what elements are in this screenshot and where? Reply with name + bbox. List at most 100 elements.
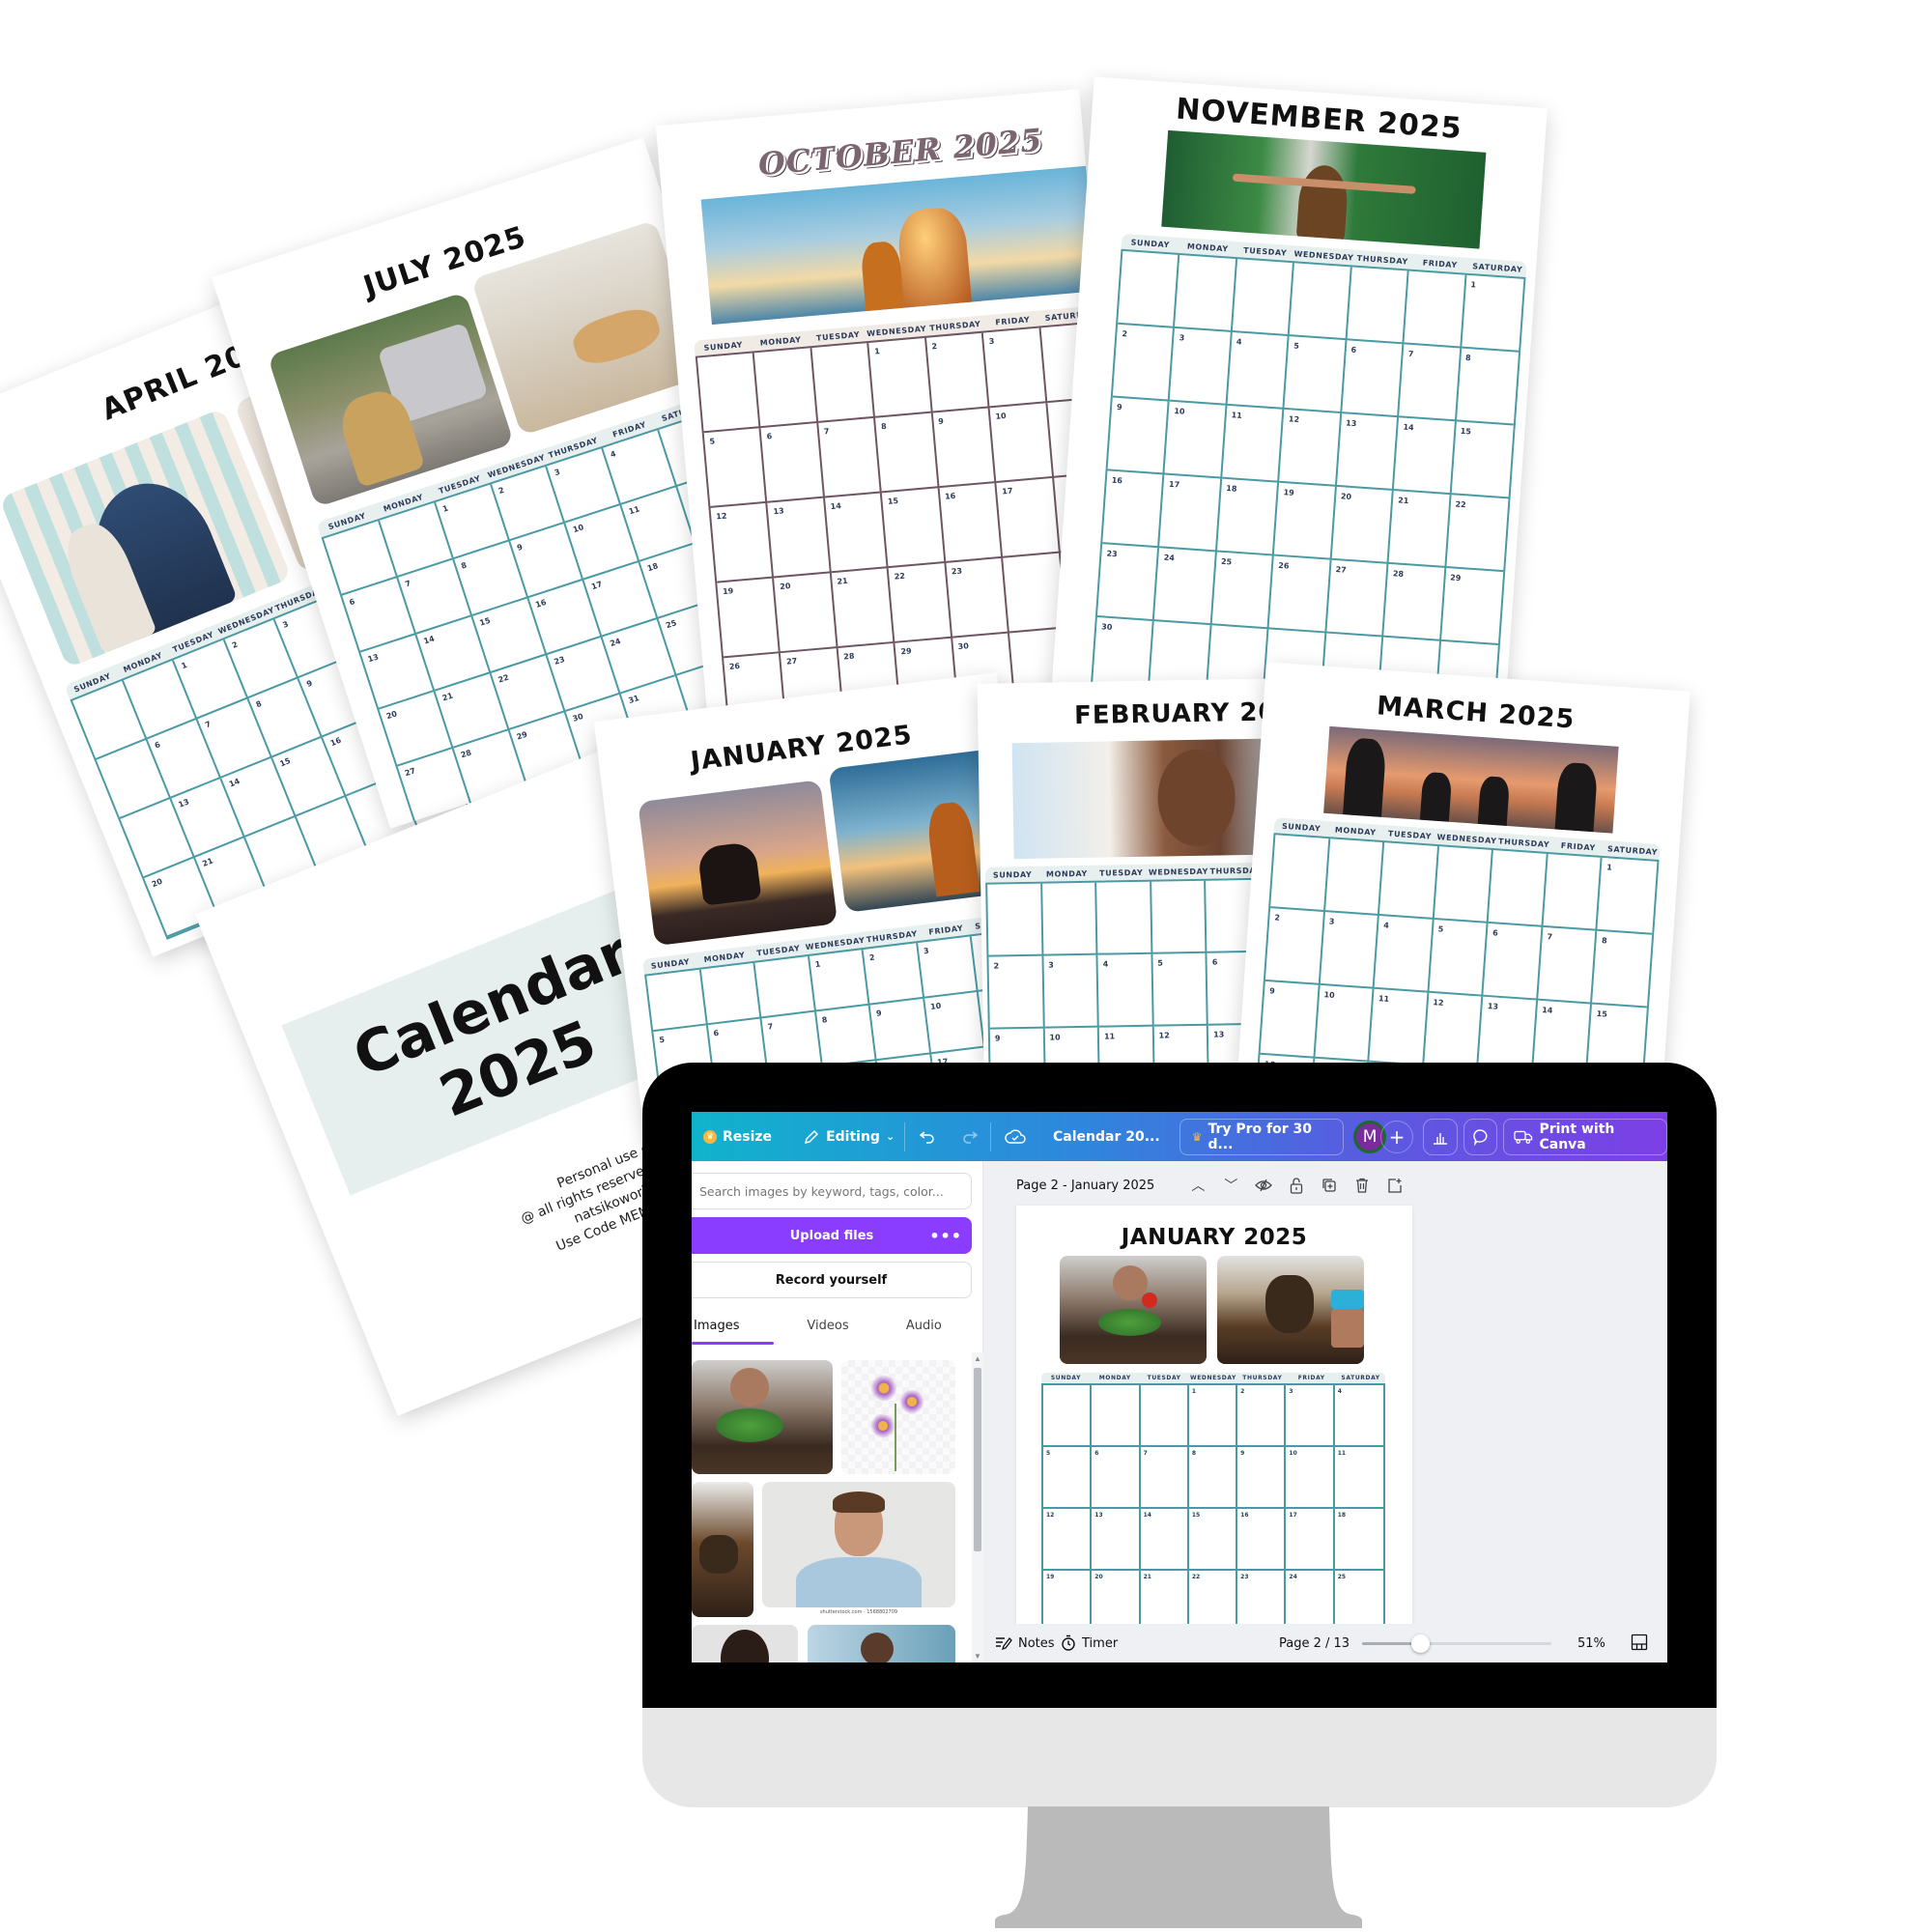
- trash-icon[interactable]: [1353, 1177, 1371, 1194]
- calendar-day-cell[interactable]: 6: [1092, 1447, 1141, 1509]
- calendar-day-cell[interactable]: [1043, 1385, 1093, 1447]
- redo-icon: [963, 1130, 979, 1144]
- calendar-day-cell[interactable]: 24: [1286, 1571, 1335, 1631]
- insights-button[interactable]: [1423, 1118, 1458, 1155]
- calendar-day-cell[interactable]: 2: [1237, 1385, 1287, 1447]
- calendar-day-cell[interactable]: 14: [1140, 1509, 1189, 1571]
- canvas-photo-dog[interactable]: [1217, 1256, 1364, 1364]
- calendar-day-cell[interactable]: 20: [1092, 1571, 1141, 1631]
- cloud-save-status[interactable]: [991, 1112, 1039, 1161]
- calendar-day-cell[interactable]: 3: [1286, 1385, 1335, 1447]
- print-with-canva-button[interactable]: Print with Canva: [1503, 1118, 1667, 1155]
- try-pro-button[interactable]: ♛ Try Pro for 30 d...: [1179, 1118, 1345, 1155]
- grid-view-button[interactable]: [1631, 1634, 1648, 1655]
- tab-videos[interactable]: Videos: [780, 1306, 875, 1345]
- comments-button[interactable]: [1463, 1118, 1498, 1155]
- add-page-icon[interactable]: [1386, 1177, 1404, 1194]
- calendar-day-cell[interactable]: 17: [1286, 1509, 1335, 1571]
- timer-button[interactable]: Timer: [1061, 1634, 1118, 1652]
- more-options-icon[interactable]: •••: [929, 1227, 962, 1245]
- chevron-up-icon[interactable]: ︿: [1189, 1177, 1207, 1194]
- calendar-day-cell[interactable]: 15: [1188, 1509, 1238, 1571]
- try-pro-label: Try Pro for 30 d...: [1208, 1121, 1313, 1152]
- add-collaborator-button[interactable]: +: [1380, 1120, 1414, 1153]
- calendar-day-cell: 3: [1043, 954, 1099, 1029]
- upload-files-button[interactable]: Upload files •••: [692, 1217, 972, 1254]
- zoom-percentage[interactable]: 51%: [1577, 1636, 1605, 1651]
- calendar-day-cell[interactable]: 8: [1188, 1447, 1238, 1509]
- crown-icon: ♛: [703, 1129, 717, 1144]
- scroll-up-icon[interactable]: ▲: [974, 1354, 981, 1363]
- calendar-day-cell: 13: [1336, 413, 1400, 492]
- record-yourself-button[interactable]: Record yourself: [692, 1262, 972, 1298]
- march-calendar-page: MARCH 2025 SUNDAY MONDAY TUESDAY WEDNESDAY T…: [1236, 662, 1690, 1116]
- image-thumbnail-smiling-man[interactable]: [762, 1482, 955, 1607]
- calendar-day-cell: 21: [1388, 491, 1452, 569]
- calendar-day-grid: 1 2 3 4 5 6 7 8 9 10 11 12 13 14 15 16 17 18 19 20 21 22 23 24 2…: [1041, 1383, 1385, 1631]
- scrollbar-thumb[interactable]: [974, 1368, 981, 1551]
- weekday-label: TUESDAY: [1387, 828, 1433, 841]
- calendar-day-cell: 8: [815, 1005, 877, 1068]
- calendar-day-cell[interactable]: 1: [1188, 1385, 1238, 1447]
- zoom-slider[interactable]: [1362, 1634, 1551, 1653]
- calendar-day-cell[interactable]: 25: [1335, 1571, 1383, 1631]
- calendar-day-cell: 17: [996, 477, 1061, 558]
- weekday-header: SUNDAY MONDAY TUESDAY WEDNESDAY THURSDAY FRID…: [1041, 1373, 1385, 1383]
- timer-label: Timer: [1082, 1635, 1119, 1651]
- image-thumbnail-dog[interactable]: [692, 1482, 753, 1617]
- calendar-day-cell[interactable]: 12: [1043, 1509, 1093, 1571]
- calendar-day-cell[interactable]: [1140, 1385, 1189, 1447]
- calendar-day-cell[interactable]: 21: [1141, 1571, 1189, 1631]
- calendar-day-cell[interactable]: 19: [1043, 1571, 1093, 1631]
- hide-eye-icon[interactable]: [1255, 1177, 1273, 1194]
- document-title[interactable]: Calendar 20...: [1039, 1112, 1174, 1161]
- resize-button[interactable]: ♛ Resize: [692, 1112, 781, 1161]
- design-canvas-page[interactable]: JANUARY 2025 SUNDAY MONDAY TUESDAY WEDNESDA…: [1016, 1206, 1412, 1631]
- calendar-day-cell[interactable]: [1092, 1385, 1141, 1447]
- notes-button[interactable]: Notes: [995, 1635, 1055, 1651]
- panel-scrollbar[interactable]: ▲ ▼: [972, 1352, 983, 1662]
- calendar-day-cell[interactable]: 11: [1334, 1447, 1383, 1509]
- calendar-day-cell[interactable]: 7: [1140, 1447, 1189, 1509]
- calendar-day-cell[interactable]: 4: [1334, 1385, 1383, 1447]
- image-thumbnail-flower[interactable]: [841, 1360, 955, 1474]
- image-thumbnail-family-meal[interactable]: [692, 1360, 833, 1474]
- canvas-photo-family-meal[interactable]: [1060, 1256, 1207, 1364]
- calendar-day-cell[interactable]: 23: [1237, 1571, 1287, 1631]
- chevron-down-icon[interactable]: ﹀: [1222, 1177, 1239, 1194]
- canvas-calendar-grid[interactable]: SUNDAY MONDAY TUESDAY WEDNESDAY THURSDAY FRID…: [1041, 1373, 1385, 1631]
- calendar-day-cell: 3: [1320, 912, 1379, 989]
- zoom-slider-handle[interactable]: [1410, 1634, 1430, 1653]
- editing-mode-dropdown[interactable]: Editing ⌄: [781, 1112, 904, 1161]
- undo-button[interactable]: [905, 1112, 950, 1161]
- calendar-day-cell[interactable]: 13: [1092, 1509, 1141, 1571]
- image-thumbnail-woman[interactable]: [692, 1625, 798, 1662]
- scroll-down-icon[interactable]: ▼: [974, 1652, 981, 1661]
- design-editor: Page 2 - January 2025 ︿ ﹀ JANUARY 2025 S…: [983, 1161, 1667, 1662]
- calendar-day-cell: 14: [824, 493, 889, 574]
- page-label[interactable]: Page 2 - January 2025: [1016, 1179, 1154, 1193]
- tab-images[interactable]: Images: [692, 1306, 780, 1345]
- calendar-day-cell[interactable]: 9: [1237, 1447, 1287, 1509]
- calendar-day-cell: 9: [932, 408, 997, 489]
- redo-button[interactable]: [950, 1112, 990, 1161]
- image-search-input[interactable]: [692, 1173, 972, 1209]
- calendar-day-cell: 3: [1170, 327, 1233, 406]
- lock-icon[interactable]: [1288, 1177, 1305, 1194]
- calendar-day-cell[interactable]: 18: [1334, 1509, 1383, 1571]
- image-thumbnail-couple[interactable]: [808, 1625, 955, 1662]
- calendar-day-cell[interactable]: 5: [1043, 1447, 1093, 1509]
- tab-audio[interactable]: Audio: [876, 1306, 972, 1345]
- calendar-day-cell[interactable]: 22: [1189, 1571, 1238, 1631]
- canvas-title[interactable]: JANUARY 2025: [1016, 1225, 1412, 1250]
- duplicate-page-icon[interactable]: [1321, 1177, 1338, 1194]
- calendar-day-cell: 4: [1097, 953, 1154, 1028]
- canva-topbar: ♛ Resize Editing ⌄ Calendar 20... ♛ Try …: [692, 1112, 1667, 1161]
- calendar-day-cell[interactable]: 16: [1237, 1509, 1287, 1571]
- family-silhouette-photo: [1323, 725, 1619, 834]
- editing-label: Editing: [826, 1128, 880, 1145]
- calendar-day-cell: 1: [1597, 857, 1658, 935]
- page-counter[interactable]: Page 2 / 13: [1279, 1636, 1350, 1651]
- calendar-day-cell[interactable]: 10: [1286, 1447, 1335, 1509]
- calendar-day-cell: 29: [1440, 568, 1504, 645]
